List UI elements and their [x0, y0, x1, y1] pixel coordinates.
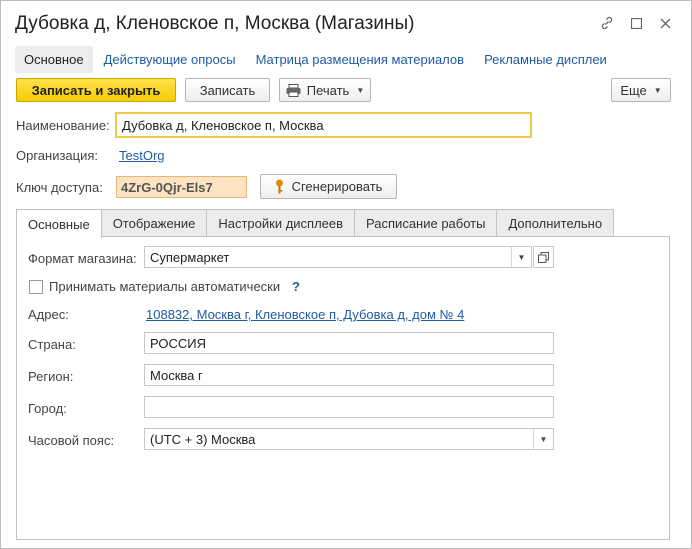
region-input[interactable]: Москва г — [144, 364, 554, 386]
chevron-down-icon: ▼ — [653, 85, 662, 95]
nav-tab-surveys[interactable]: Действующие опросы — [95, 46, 245, 73]
print-button[interactable]: Печать ▼ — [279, 78, 371, 102]
store-format-label: Формат магазина: — [28, 251, 137, 266]
nav-tab-main[interactable]: Основное — [15, 45, 93, 73]
generate-key-label: Сгенерировать — [291, 179, 383, 194]
print-button-label: Печать — [306, 82, 350, 98]
chevron-down-icon[interactable]: ▼ — [533, 429, 553, 449]
form-window: Дубовка д, Кленовское п, Москва (Магазин… — [0, 0, 692, 549]
tab-display[interactable]: Отображение — [100, 209, 208, 236]
address-link[interactable]: 108832, Москва г, Кленовское п, Дубовка … — [146, 307, 464, 322]
address-label: Адрес: — [28, 307, 69, 322]
timezone-label: Часовой пояс: — [28, 433, 115, 448]
timezone-value: (UTC + 3) Москва — [150, 431, 256, 447]
organization-label: Организация: — [16, 148, 99, 163]
link-icon[interactable] — [597, 13, 617, 33]
more-button-label: Еще — [620, 82, 647, 98]
key-icon — [275, 179, 283, 194]
organization-link[interactable]: TestOrg — [119, 148, 165, 163]
tab-additional[interactable]: Дополнительно — [496, 209, 615, 236]
access-key-label: Ключ доступа: — [16, 180, 103, 195]
generate-key-button[interactable]: Сгенерировать — [260, 174, 397, 199]
country-input[interactable]: РОССИЯ — [144, 332, 554, 354]
save-and-close-button[interactable]: Записать и закрыть — [16, 78, 176, 102]
nav-tab-ad-displays[interactable]: Рекламные дисплеи — [475, 46, 616, 73]
tab-schedule[interactable]: Расписание работы — [354, 209, 498, 236]
close-icon[interactable] — [655, 13, 675, 33]
help-icon[interactable]: ? — [292, 279, 300, 294]
window-title: Дубовка д, Кленовское п, Москва (Магазин… — [15, 13, 415, 34]
more-button[interactable]: Еще ▼ — [611, 78, 671, 102]
auto-accept-checkbox[interactable] — [29, 280, 43, 294]
city-input[interactable] — [144, 396, 554, 418]
store-format-value: Супермаркет — [150, 249, 230, 265]
access-key-field[interactable]: 4ZrG-0Qjr-Els7 — [116, 176, 247, 198]
auto-accept-label: Принимать материалы автоматически — [49, 279, 281, 294]
printer-icon — [286, 83, 301, 97]
chevron-down-icon[interactable]: ▼ — [511, 247, 531, 267]
chevron-down-icon: ▼ — [356, 85, 365, 95]
save-button[interactable]: Записать — [185, 78, 270, 102]
open-in-window-icon[interactable] — [533, 246, 554, 268]
country-label: Страна: — [28, 337, 76, 352]
tab-display-settings[interactable]: Настройки дисплеев — [206, 209, 356, 236]
store-format-select[interactable]: Супермаркет ▼ — [144, 246, 532, 268]
section-nav: Основное Действующие опросы Матрица разм… — [15, 45, 618, 73]
maximize-icon[interactable] — [626, 13, 646, 33]
name-label: Наименование: — [16, 118, 110, 133]
region-label: Регион: — [28, 369, 74, 384]
name-input[interactable]: Дубовка д, Кленовское п, Москва — [115, 112, 532, 138]
detail-tabs: Основные Отображение Настройки дисплеев … — [16, 209, 615, 238]
timezone-select[interactable]: (UTC + 3) Москва ▼ — [144, 428, 554, 450]
tab-basic[interactable]: Основные — [16, 209, 102, 238]
city-label: Город: — [28, 401, 67, 416]
nav-tab-placement-matrix[interactable]: Матрица размещения материалов — [247, 46, 473, 73]
